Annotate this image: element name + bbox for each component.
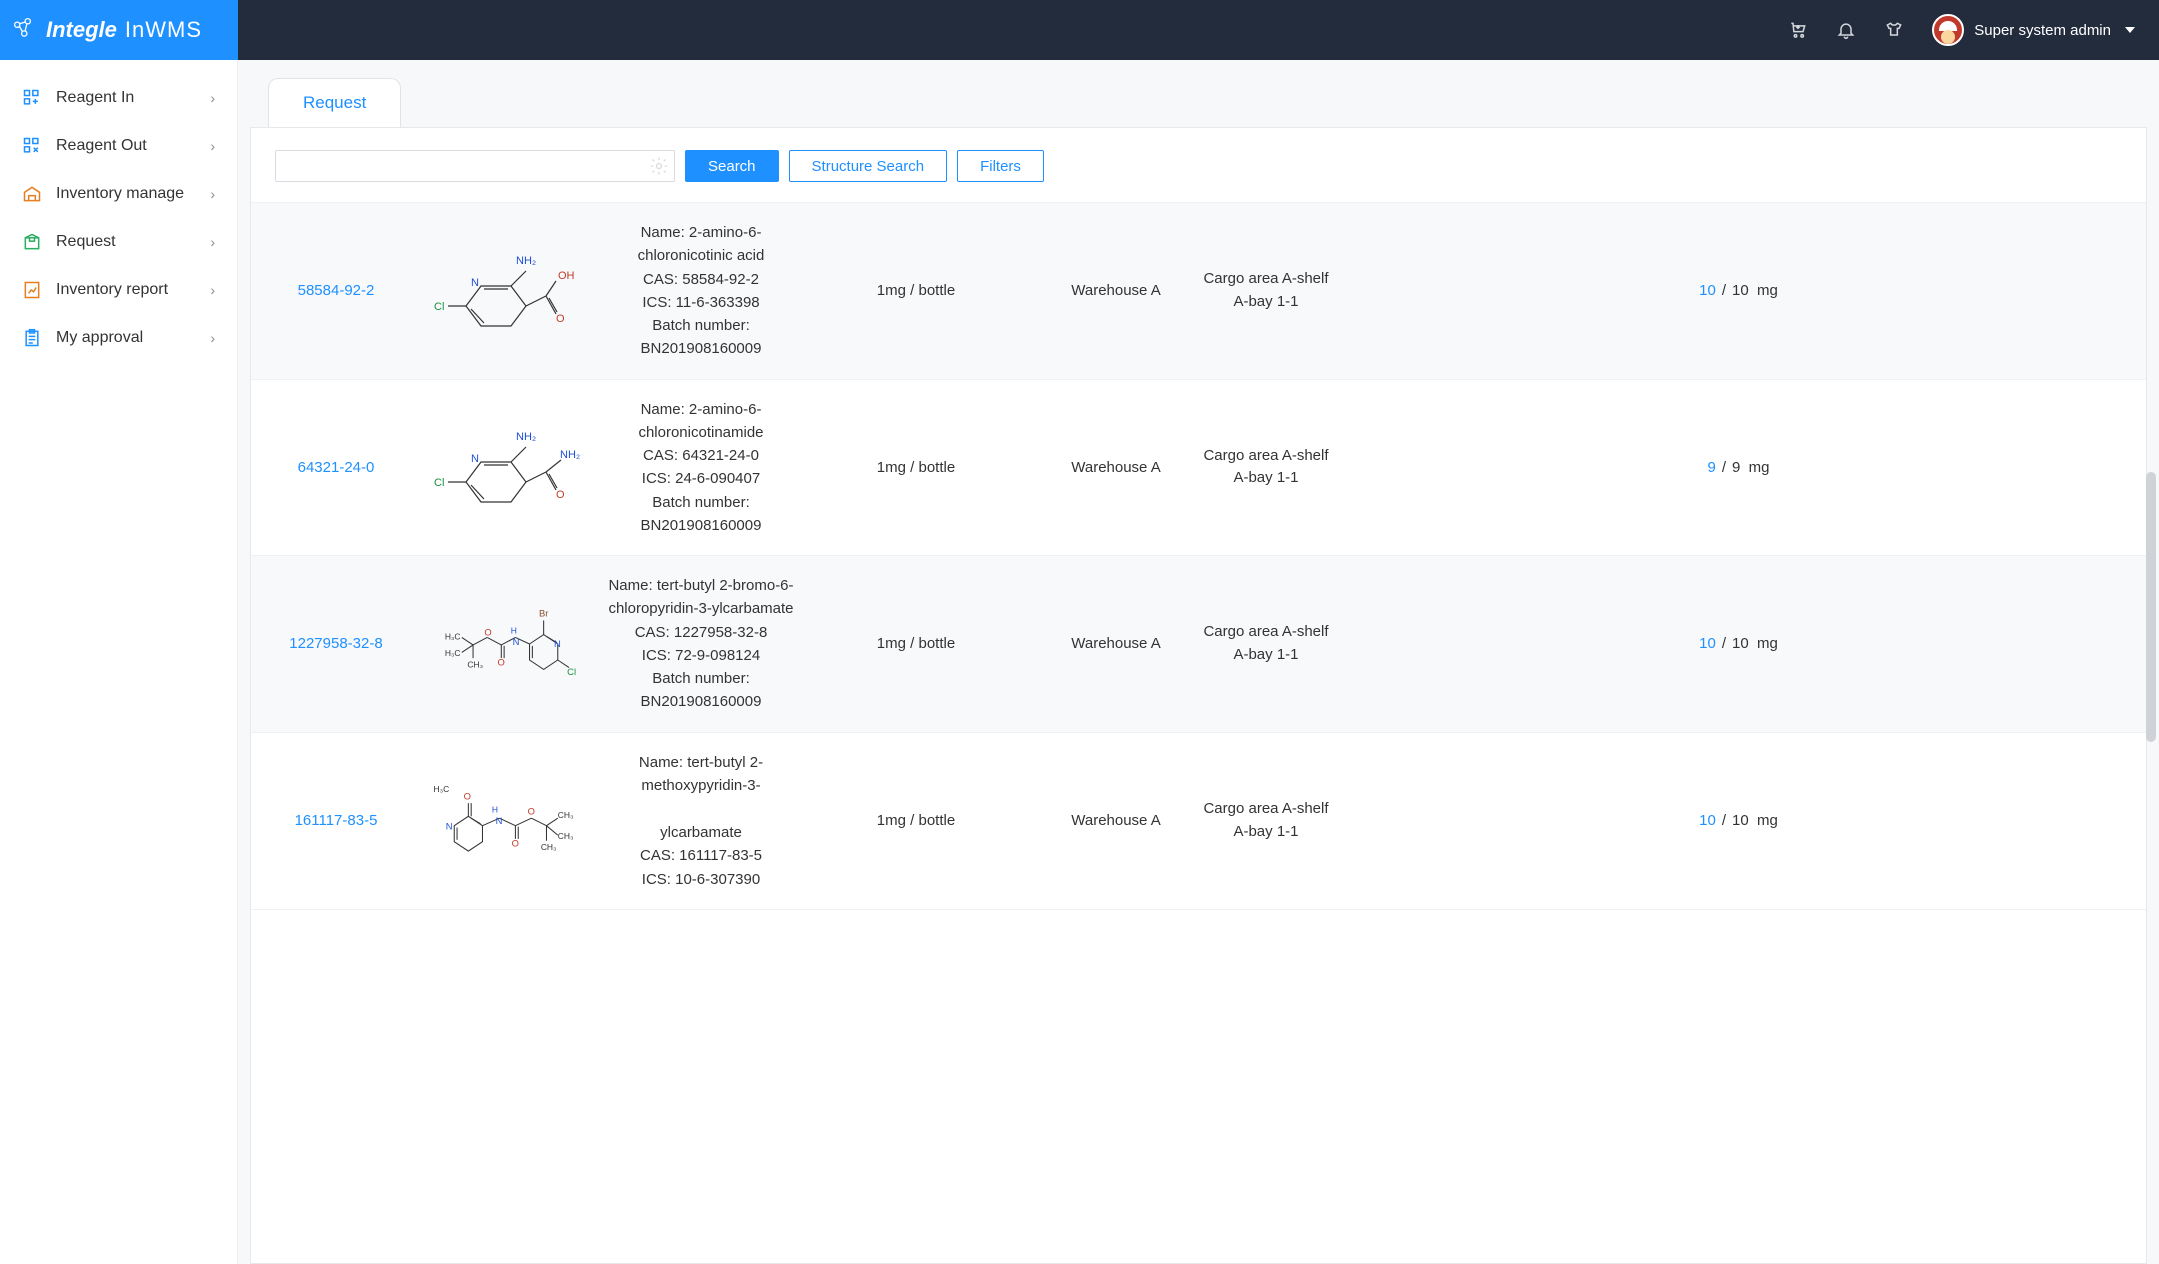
cas-link[interactable]: 64321-24-0 xyxy=(298,459,375,476)
user-menu[interactable]: Super system admin xyxy=(1932,14,2135,46)
grid-out-icon xyxy=(22,136,42,156)
cas-link[interactable]: 58584-92-2 xyxy=(298,282,375,299)
scrollbar[interactable] xyxy=(2143,132,2157,1264)
warehouse-label: Warehouse A xyxy=(1031,633,1201,654)
cas-link[interactable]: 1227958-32-8 xyxy=(289,635,382,652)
user-label: Super system admin xyxy=(1974,22,2111,39)
brand-main: Integle xyxy=(46,17,117,43)
sidebar-item-label: Inventory report xyxy=(56,281,168,299)
report-icon xyxy=(22,280,42,300)
package-icon xyxy=(22,232,42,252)
sidebar-item-request[interactable]: Request › xyxy=(0,218,237,266)
sidebar-item-label: My approval xyxy=(56,329,143,347)
shirt-icon[interactable] xyxy=(1884,20,1904,40)
structure-image xyxy=(411,412,601,522)
quantity-label: 10/10 mg xyxy=(1331,635,2146,652)
compound-details: Name: tert-butyl 2-methoxypyridin-3-ylca… xyxy=(601,751,801,891)
main-area: Request Search Structure Search Filters … xyxy=(238,60,2159,1264)
search-button[interactable]: Search xyxy=(685,150,779,182)
structure-image xyxy=(411,766,601,876)
quantity-label: 10/10 mg xyxy=(1331,812,2146,829)
brand-sub: InWMS xyxy=(125,17,202,43)
table-row: 58584-92-2 Name: 2-amino-6-chloronicotini… xyxy=(251,203,2146,380)
clipboard-icon xyxy=(22,328,42,348)
spec-label: 1mg / bottle xyxy=(801,459,1031,476)
chevron-right-icon: › xyxy=(210,186,215,202)
filters-button[interactable]: Filters xyxy=(957,150,1044,182)
avatar-icon xyxy=(1932,14,1964,46)
compound-details: Name: tert-butyl 2-bromo-6-chloropyridin… xyxy=(601,574,801,714)
structure-image xyxy=(411,589,601,699)
warehouse-icon xyxy=(22,184,42,204)
bell-icon[interactable] xyxy=(1836,20,1856,40)
sidebar-item-label: Request xyxy=(56,233,116,251)
chevron-right-icon: › xyxy=(210,90,215,106)
results-list: 58584-92-2 Name: 2-amino-6-chloronicotini… xyxy=(251,203,2146,1263)
molecule-icon xyxy=(12,16,40,44)
warehouse-label: Warehouse A xyxy=(1031,810,1201,831)
chevron-right-icon: › xyxy=(210,282,215,298)
compound-details: Name: 2-amino-6-chloronicotinamideCAS: 6… xyxy=(601,398,801,538)
sidebar-item-reagent-out[interactable]: Reagent Out › xyxy=(0,122,237,170)
scrollbar-thumb[interactable] xyxy=(2146,472,2156,742)
sidebar: Reagent In › Reagent Out › Inventory manage ›… xyxy=(0,60,238,1264)
grid-in-icon xyxy=(22,88,42,108)
sidebar-item-label: Reagent Out xyxy=(56,137,147,155)
content-panel: Search Structure Search Filters 58584-92… xyxy=(250,127,2147,1264)
search-input[interactable] xyxy=(275,150,675,182)
search-bar: Search Structure Search Filters xyxy=(251,128,2146,203)
tab-strip: Request xyxy=(238,60,2159,127)
warehouse-label: Warehouse A xyxy=(1031,457,1201,478)
spec-label: 1mg / bottle xyxy=(801,812,1031,829)
location-label: Cargo area A-shelf A-bay 1-1 xyxy=(1201,621,1331,666)
quantity-label: 10/10 mg xyxy=(1331,282,2146,299)
chevron-right-icon: › xyxy=(210,330,215,346)
sidebar-item-reagent-in[interactable]: Reagent In › xyxy=(0,74,237,122)
sidebar-item-label: Reagent In xyxy=(56,89,134,107)
tab-request[interactable]: Request xyxy=(268,78,401,127)
chevron-right-icon: › xyxy=(210,234,215,250)
location-label: Cargo area A-shelf A-bay 1-1 xyxy=(1201,445,1331,490)
table-row: 1227958-32-8 Name: tert-butyl 2-bromo-6-c… xyxy=(251,556,2146,733)
logo-block[interactable]: Integle InWMS xyxy=(0,0,238,60)
cas-link[interactable]: 161117-83-5 xyxy=(295,812,378,829)
sidebar-item-my-approval[interactable]: My approval › xyxy=(0,314,237,362)
structure-image xyxy=(411,236,601,346)
spec-label: 1mg / bottle xyxy=(801,635,1031,652)
location-label: Cargo area A-shelf A-bay 1-1 xyxy=(1201,798,1331,843)
spec-label: 1mg / bottle xyxy=(801,282,1031,299)
table-row: 161117-83-5 Name: tert-butyl 2-methoxypyr… xyxy=(251,733,2146,910)
cart-download-icon[interactable] xyxy=(1788,20,1808,40)
sidebar-item-label: Inventory manage xyxy=(56,185,184,203)
chevron-right-icon: › xyxy=(210,138,215,154)
structure-search-button[interactable]: Structure Search xyxy=(789,150,948,182)
sidebar-item-inventory-report[interactable]: Inventory report › xyxy=(0,266,237,314)
app-header: Integle InWMS Super system admin xyxy=(0,0,2159,60)
chevron-down-icon xyxy=(2125,27,2135,33)
quantity-label: 9/9 mg xyxy=(1331,459,2146,476)
location-label: Cargo area A-shelf A-bay 1-1 xyxy=(1201,268,1331,313)
sidebar-item-inventory-manage[interactable]: Inventory manage › xyxy=(0,170,237,218)
warehouse-label: Warehouse A xyxy=(1031,280,1201,301)
table-row: 64321-24-0 Name: 2-amino-6-chloronicotina… xyxy=(251,380,2146,557)
gear-icon[interactable] xyxy=(649,156,669,176)
compound-details: Name: 2-amino-6-chloronicotinic acidCAS:… xyxy=(601,221,801,361)
